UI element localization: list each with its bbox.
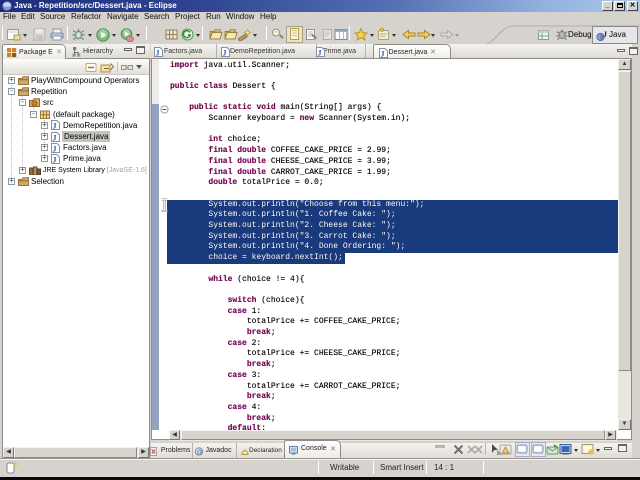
svg-text:J: J bbox=[53, 133, 57, 142]
svg-text:J: J bbox=[156, 49, 160, 58]
svg-text:J: J bbox=[53, 144, 57, 153]
svg-text:J: J bbox=[318, 49, 322, 58]
svg-text:J: J bbox=[223, 49, 227, 58]
svg-text:@: @ bbox=[197, 450, 203, 456]
svg-text:J: J bbox=[381, 50, 385, 59]
svg-text:J: J bbox=[53, 155, 57, 164]
svg-text:J: J bbox=[603, 30, 607, 39]
svg-text:J: J bbox=[53, 122, 57, 131]
